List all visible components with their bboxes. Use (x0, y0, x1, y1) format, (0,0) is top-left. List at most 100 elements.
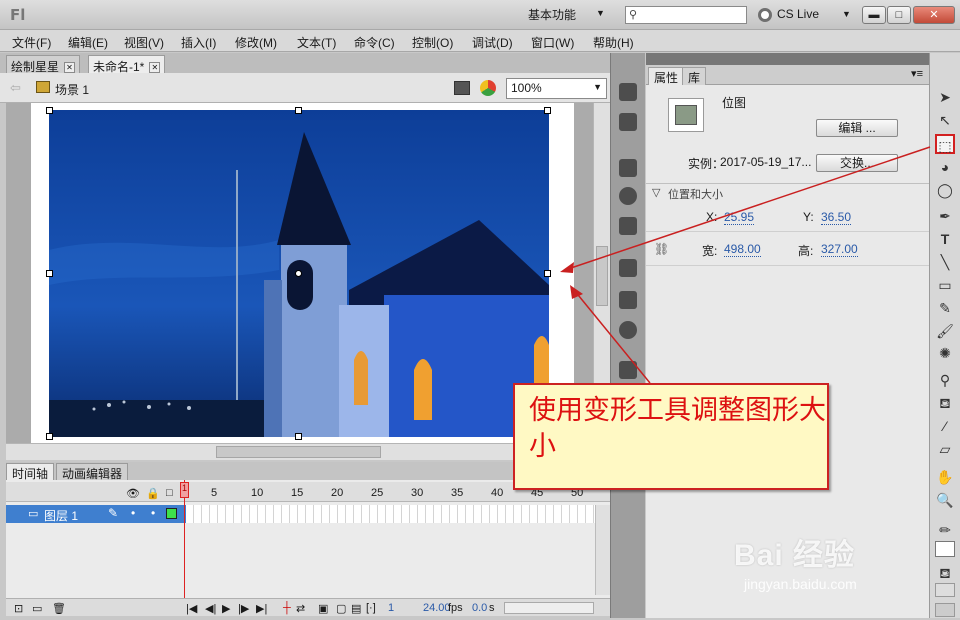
info-icon[interactable] (619, 187, 637, 205)
transform-handle-e[interactable] (544, 270, 551, 277)
go-to-end-icon[interactable]: ▶| (256, 602, 267, 615)
back-arrow-icon[interactable]: ⇦ (10, 80, 21, 96)
eye-icon[interactable]: 👁 (126, 487, 140, 500)
swap-colors-icon[interactable] (935, 583, 955, 597)
playhead[interactable] (184, 480, 185, 607)
onion-outline-icon[interactable]: ▢ (336, 602, 346, 615)
chevron-down-icon[interactable]: ▼ (596, 8, 605, 18)
search-input[interactable]: ⚲ (625, 6, 747, 24)
components-icon[interactable] (619, 291, 637, 309)
timeline-scrollbar[interactable] (595, 505, 610, 595)
scroll-thumb[interactable] (596, 246, 608, 306)
rewind-icon[interactable]: |◀ (186, 602, 197, 615)
swap-button[interactable]: 交换... (816, 154, 898, 172)
frames-row[interactable] (186, 505, 610, 523)
tab-properties[interactable]: 属性 (648, 67, 685, 85)
eraser-tool-icon[interactable]: ▱ (935, 439, 955, 459)
stroke-color-icon[interactable]: ✏ (935, 520, 955, 540)
hand-tool-icon[interactable]: ✋ (935, 467, 955, 487)
transform-center-point[interactable] (295, 270, 302, 277)
zoom-tool-icon[interactable]: 🔍 (935, 490, 955, 510)
transform-handle-sw[interactable] (46, 433, 53, 440)
stage[interactable] (6, 103, 593, 443)
menu-view[interactable]: 视图(V) (124, 34, 164, 51)
history-icon[interactable] (619, 361, 637, 379)
edit-button[interactable]: 编辑 ... (816, 119, 898, 137)
transform-icon[interactable] (619, 217, 637, 235)
text-tool-icon[interactable]: T (935, 229, 955, 249)
scroll-thumb[interactable] (216, 446, 381, 458)
menu-edit[interactable]: 编辑(E) (68, 34, 108, 51)
playhead-marker[interactable]: 1 (180, 482, 189, 498)
cs-live-icon[interactable] (758, 8, 772, 22)
align-icon[interactable] (619, 159, 637, 177)
chevron-down-icon[interactable]: ▼ (842, 9, 851, 19)
edit-symbols-icon[interactable] (480, 80, 496, 96)
cs-live-label[interactable]: CS Live (777, 7, 819, 21)
fill-color-swatch[interactable] (935, 541, 955, 557)
new-folder-icon[interactable]: ▭ (32, 602, 42, 615)
close-icon[interactable]: ✕ (149, 62, 161, 74)
tab-timeline[interactable]: 时间轴 (6, 463, 55, 481)
tab-motion-editor[interactable]: 动画编辑器 (56, 463, 129, 481)
subselection-tool-icon[interactable]: ↖ (935, 110, 955, 130)
lock-icon[interactable]: 🔒 (146, 487, 160, 500)
timeline-hscroll[interactable] (504, 602, 594, 614)
transform-handle-w[interactable] (46, 270, 53, 277)
edit-multiple-icon[interactable]: ▤ (351, 602, 361, 615)
actions-icon[interactable] (619, 259, 637, 277)
close-icon[interactable]: ✕ (64, 62, 76, 74)
doc-tab-untitled[interactable]: 未命名-1* ✕ (88, 55, 166, 74)
transform-handle-s[interactable] (295, 433, 302, 440)
menu-debug[interactable]: 调试(D) (472, 34, 513, 51)
selection-tool-icon[interactable]: ➤ (935, 87, 955, 107)
pencil-tool-icon[interactable]: ✎ (935, 298, 955, 318)
visibility-dot[interactable]: • (131, 506, 135, 520)
y-value[interactable]: 36.50 (821, 210, 852, 225)
delete-icon[interactable]: 🗑 (52, 602, 66, 615)
bone-tool-icon[interactable]: ⚲ (935, 370, 955, 390)
play-icon[interactable]: ▶ (222, 602, 230, 615)
paint-bucket-tool-icon[interactable]: ⛾ (935, 393, 955, 413)
outline-icon[interactable]: □ (166, 487, 173, 499)
rectangle-tool-icon[interactable]: ▭ (935, 275, 955, 295)
fps-value[interactable]: 24.00 (423, 602, 451, 614)
loop-icon[interactable]: ⇄ (296, 602, 305, 615)
height-value[interactable]: 327.00 (821, 242, 858, 257)
motion-presets-icon[interactable] (619, 321, 637, 339)
layer-name[interactable]: 图层 1 (44, 507, 78, 524)
minimize-button[interactable]: ▬ (862, 6, 886, 24)
width-value[interactable]: 498.00 (724, 242, 761, 257)
menu-modify[interactable]: 修改(M) (235, 34, 277, 51)
close-button[interactable]: ✕ (913, 6, 955, 24)
center-frame-icon[interactable]: ┼ (283, 602, 291, 614)
panel-menu-icon[interactable]: ▾≡ (911, 67, 923, 80)
chevron-down-icon[interactable]: ▼ (593, 82, 602, 92)
edit-scene-icon[interactable] (454, 81, 470, 95)
fill-color-icon[interactable]: ⛾ (935, 563, 955, 583)
lasso-tool-icon[interactable]: ◯ (935, 180, 955, 200)
menu-file[interactable]: 文件(F) (12, 34, 51, 51)
menu-control[interactable]: 控制(O) (412, 34, 453, 51)
transform-handle-n[interactable] (295, 107, 302, 114)
layer-outline-color[interactable] (166, 508, 177, 519)
section-position-size[interactable]: ▽ 位置和大小 (646, 183, 929, 201)
modify-markers-icon[interactable]: [·] (366, 602, 376, 614)
transform-handle-nw[interactable] (46, 107, 53, 114)
zoom-select[interactable]: 100% ▼ (506, 78, 607, 99)
eyedropper-tool-icon[interactable]: ⁄ (935, 416, 955, 436)
onion-skin-icon[interactable]: ▣ (318, 602, 328, 615)
menu-commands[interactable]: 命令(C) (354, 34, 395, 51)
free-transform-tool-icon[interactable]: ⬚ (935, 134, 955, 154)
snap-icon[interactable] (935, 603, 955, 617)
step-back-icon[interactable]: ◀| (205, 602, 216, 615)
current-frame-display[interactable]: 1 (388, 602, 394, 614)
chevron-down-icon[interactable]: ▽ (652, 186, 660, 199)
color-icon[interactable] (619, 83, 637, 101)
lock-dot[interactable]: • (151, 506, 155, 520)
menu-text[interactable]: 文本(T) (297, 34, 336, 51)
swatches-icon[interactable] (619, 113, 637, 131)
layer-row[interactable]: ▭ 图层 1 ✎ • • (6, 505, 186, 523)
elapsed-time[interactable]: 0.0 (472, 602, 487, 614)
menu-window[interactable]: 窗口(W) (531, 34, 574, 51)
